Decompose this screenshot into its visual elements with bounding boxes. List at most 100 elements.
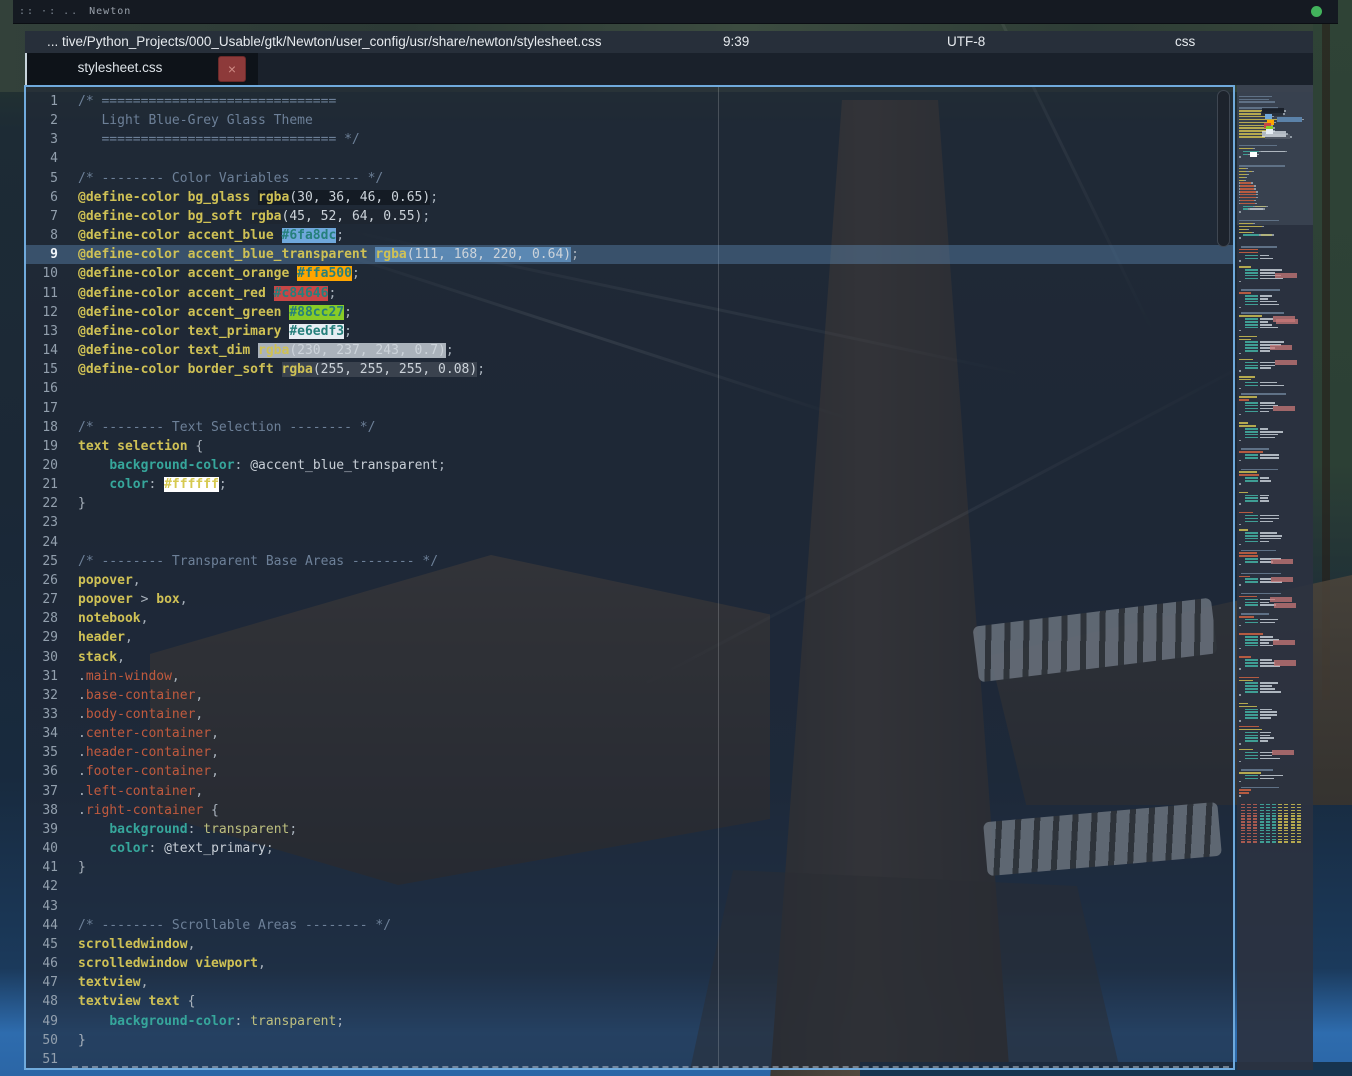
code-line[interactable]: 27popover > box,: [26, 590, 1233, 609]
code-text: [72, 897, 78, 916]
code-line[interactable]: 37.left-container,: [26, 782, 1233, 801]
code-text: [72, 877, 78, 896]
code-line[interactable]: 34.center-container,: [26, 724, 1233, 743]
status-bar: ... tive/Python_Projects/000_Usable/gtk/…: [25, 31, 1313, 53]
code-line[interactable]: 26popover,: [26, 571, 1233, 590]
code-line[interactable]: 33.body-container,: [26, 705, 1233, 724]
code-text: .footer-container,: [72, 762, 219, 781]
code-text: ============================== */: [72, 130, 360, 149]
code-line[interactable]: 17: [26, 399, 1233, 418]
code-line[interactable]: 7@define-color bg_soft rgba(45, 52, 64, …: [26, 207, 1233, 226]
code-text: @define-color text_dim rgba(230, 237, 24…: [72, 341, 454, 360]
code-text: @define-color border_soft rgba(255, 255,…: [72, 360, 485, 379]
code-line[interactable]: 1/* ==============================: [26, 92, 1233, 111]
code-line[interactable]: 42: [26, 877, 1233, 896]
line-number: 13: [26, 322, 72, 341]
code-text: text selection {: [72, 437, 203, 456]
code-line[interactable]: 48textview text {: [26, 992, 1233, 1011]
code-text: .body-container,: [72, 705, 203, 724]
line-number: 29: [26, 628, 72, 647]
tab-label: stylesheet.css: [27, 60, 213, 75]
code-line[interactable]: 50}: [26, 1031, 1233, 1050]
tab-stylesheet-css[interactable]: stylesheet.css ×: [27, 53, 258, 85]
code-text: header,: [72, 628, 133, 647]
code-text: .left-container,: [72, 782, 203, 801]
code-line[interactable]: 18/* -------- Text Selection -------- */: [26, 418, 1233, 437]
code-text: scrolledwindow,: [72, 935, 195, 954]
code-text: @define-color accent_blue_transparent rg…: [72, 245, 579, 264]
code-line[interactable]: 5/* -------- Color Variables -------- */: [26, 169, 1233, 188]
code-text: }: [72, 1031, 86, 1050]
line-number: 39: [26, 820, 72, 839]
code-line[interactable]: 16: [26, 379, 1233, 398]
code-line[interactable]: 21 color: #ffffff;: [26, 475, 1233, 494]
code-line[interactable]: 8@define-color accent_blue #6fa8dc;: [26, 226, 1233, 245]
line-number: 34: [26, 724, 72, 743]
line-number: 28: [26, 609, 72, 628]
code-area[interactable]: 1/* ==============================2 Ligh…: [26, 92, 1233, 1070]
titlebar-grid-icon: ..: [63, 6, 79, 17]
code-line[interactable]: 20 background-color: @accent_blue_transp…: [26, 456, 1233, 475]
code-line[interactable]: 14@define-color text_dim rgba(230, 237, …: [26, 341, 1233, 360]
wallpaper-foliage-right: [1313, 0, 1352, 660]
code-text: /* -------- Color Variables -------- */: [72, 169, 383, 188]
line-number: 37: [26, 782, 72, 801]
code-line[interactable]: 23: [26, 513, 1233, 532]
window-titlebar[interactable]: :: ·: .. Newton: [13, 0, 1338, 24]
code-text: .center-container,: [72, 724, 219, 743]
line-number: 10: [26, 264, 72, 283]
code-line[interactable]: 49 background-color: transparent;: [26, 1012, 1233, 1031]
code-editor[interactable]: 1/* ==============================2 Ligh…: [24, 85, 1235, 1070]
code-line[interactable]: 40 color: @text_primary;: [26, 839, 1233, 858]
code-line[interactable]: 29header,: [26, 628, 1233, 647]
line-number: 11: [26, 284, 72, 303]
line-number: 50: [26, 1031, 72, 1050]
line-number: 5: [26, 169, 72, 188]
tab-close-button[interactable]: ×: [218, 56, 246, 82]
code-line[interactable]: 28notebook,: [26, 609, 1233, 628]
code-text: .right-container {: [72, 801, 219, 820]
code-line[interactable]: 47textview,: [26, 973, 1233, 992]
scrollbar-thumb[interactable]: [1217, 90, 1230, 247]
code-line[interactable]: 10@define-color accent_orange #ffa500;: [26, 264, 1233, 283]
code-line[interactable]: 45scrolledwindow,: [26, 935, 1233, 954]
code-line[interactable]: 6@define-color bg_glass rgba(30, 36, 46,…: [26, 188, 1233, 207]
code-line[interactable]: 15@define-color border_soft rgba(255, 25…: [26, 360, 1233, 379]
code-line[interactable]: 19text selection {: [26, 437, 1233, 456]
code-text: @define-color accent_orange #ffa500;: [72, 264, 360, 283]
line-number: 33: [26, 705, 72, 724]
code-line[interactable]: 44/* -------- Scrollable Areas -------- …: [26, 916, 1233, 935]
code-line[interactable]: 11@define-color accent_red #c84646;: [26, 284, 1233, 303]
line-number: 16: [26, 379, 72, 398]
code-line[interactable]: 43: [26, 897, 1233, 916]
code-line[interactable]: 31.main-window,: [26, 667, 1233, 686]
code-line[interactable]: 3 ============================== */: [26, 130, 1233, 149]
code-line[interactable]: 25/* -------- Transparent Base Areas ---…: [26, 552, 1233, 571]
line-number: 12: [26, 303, 72, 322]
editor-scrollbar[interactable]: [1216, 87, 1231, 1068]
code-line[interactable]: 52: [26, 1069, 1233, 1070]
code-line[interactable]: 30stack,: [26, 648, 1233, 667]
code-line[interactable]: 2 Light Blue-Grey Glass Theme: [26, 111, 1233, 130]
code-line[interactable]: 9@define-color accent_blue_transparent r…: [26, 245, 1233, 264]
code-line[interactable]: 24: [26, 533, 1233, 552]
code-line[interactable]: 41}: [26, 858, 1233, 877]
code-line[interactable]: 22}: [26, 494, 1233, 513]
window-title: Newton: [89, 6, 131, 17]
code-text: [72, 149, 78, 168]
code-line[interactable]: 36.footer-container,: [26, 762, 1233, 781]
line-number: 30: [26, 648, 72, 667]
code-line[interactable]: 35.header-container,: [26, 743, 1233, 762]
code-line[interactable]: 38.right-container {: [26, 801, 1233, 820]
code-text: [72, 533, 78, 552]
code-line[interactable]: 12@define-color accent_green #88cc27;: [26, 303, 1233, 322]
code-line[interactable]: 39 background: transparent;: [26, 820, 1233, 839]
minimap[interactable]: [1237, 85, 1313, 1070]
code-line[interactable]: 46scrolledwindow viewport,: [26, 954, 1233, 973]
line-number: 40: [26, 839, 72, 858]
code-line[interactable]: 13@define-color text_primary #e6edf3;: [26, 322, 1233, 341]
code-line[interactable]: 32.base-container,: [26, 686, 1233, 705]
code-text: @define-color bg_soft rgba(45, 52, 64, 0…: [72, 207, 430, 226]
code-line[interactable]: 4: [26, 149, 1233, 168]
screen: :: ·: .. Newton ... tive/Python_Projects…: [0, 0, 1352, 1076]
